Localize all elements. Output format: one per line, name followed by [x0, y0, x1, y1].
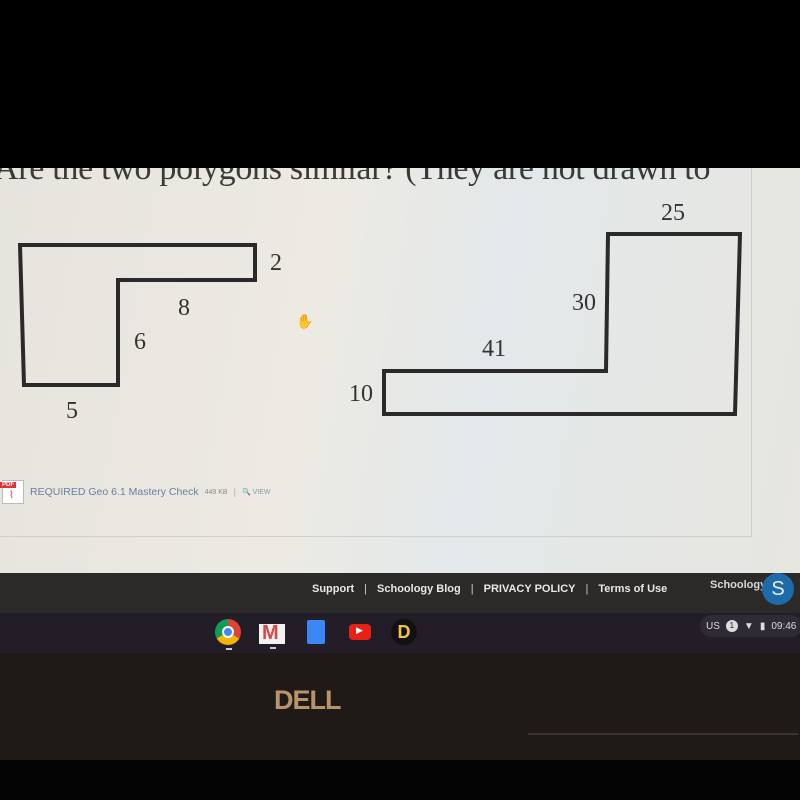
bezel-edge: [528, 733, 798, 735]
footer-link-blog[interactable]: Schoology Blog: [377, 583, 461, 595]
footer-link-support[interactable]: Support: [312, 583, 354, 595]
clock: 09:46: [771, 620, 797, 632]
shelf-apps: D: [215, 619, 417, 650]
footer-links: Support | Schoology Blog | PRIVACY POLIC…: [312, 583, 668, 595]
attachment-size: 449 KB: [204, 488, 228, 496]
footer-link-privacy[interactable]: PRIVACY POLICY: [484, 583, 576, 595]
notification-badge: 1: [725, 620, 738, 632]
polygon-b-label-inner-side: 30: [572, 290, 596, 316]
schoology-logo-icon[interactable]: S: [762, 573, 794, 605]
status-tray[interactable]: US 1 ▼ ▮ 09:46: [700, 615, 800, 637]
site-footer: Support | Schoology Blog | PRIVACY POLIC…: [0, 573, 800, 613]
dell-logo: DELL: [274, 685, 341, 715]
chrome-app-icon[interactable]: [215, 619, 241, 650]
attachment-link[interactable]: REQUIRED Geo 6.1 Mastery Check: [30, 486, 199, 498]
polygon-a-label-inner-top: 8: [178, 295, 190, 321]
attachment-row[interactable]: PDF ⌇ REQUIRED Geo 6.1 Mastery Check 449…: [0, 480, 271, 504]
d-app-icon[interactable]: D: [391, 619, 417, 645]
attachment-separator: |: [233, 487, 236, 497]
polygon-b-label-inner-top: 41: [482, 336, 506, 362]
os-shelf: D US 1 ▼ ▮ 09:46: [0, 613, 800, 653]
polygons-diagram: 2 8 6 5 25 30 41 10: [17, 200, 743, 424]
laptop-bezel: DELL: [0, 653, 800, 760]
photo-dark-bottom: [0, 760, 800, 800]
polygon-b-label-left: 10: [349, 381, 373, 407]
footer-link-terms[interactable]: Terms of Use: [598, 583, 667, 595]
footer-brand: Schoology: [710, 579, 767, 591]
browser-content: Are the two polygons similar? (They are …: [0, 168, 800, 573]
input-method: US: [706, 620, 720, 632]
polygon-b-label-top: 25: [661, 200, 685, 226]
polygon-a: [17, 243, 257, 387]
polygon-b: [382, 232, 743, 416]
gmail-app-icon[interactable]: [259, 622, 285, 649]
battery-icon: ▮: [759, 620, 766, 632]
wifi-icon: ▼: [743, 620, 754, 632]
photo-dark-area: [0, 0, 800, 168]
pdf-icon: PDF ⌇: [0, 480, 24, 504]
polygon-a-label-bottom: 5: [66, 398, 78, 424]
youtube-app-icon[interactable]: [349, 624, 371, 640]
docs-app-icon[interactable]: [307, 620, 325, 644]
polygon-a-label-right: 2: [270, 250, 282, 276]
hand-cursor-icon: ✋: [296, 313, 314, 329]
polygon-a-label-inner-side: 6: [134, 329, 146, 355]
view-button[interactable]: 🔍 VIEW: [242, 488, 271, 496]
